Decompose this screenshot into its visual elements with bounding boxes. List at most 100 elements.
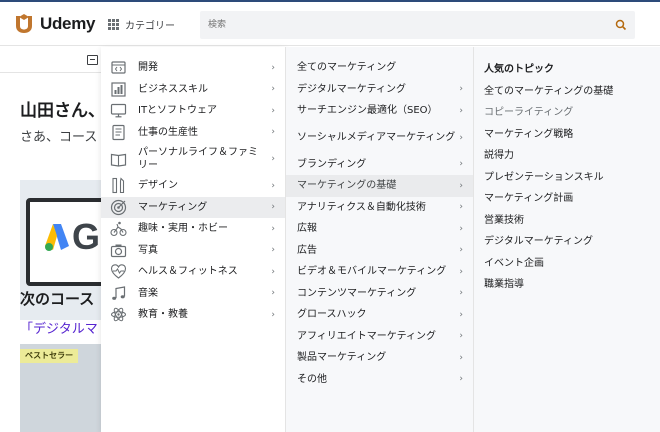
subcategory-item[interactable]: 製品マーケティング ›: [286, 347, 473, 369]
topic-link[interactable]: 営業技術: [474, 208, 660, 230]
target-icon: [110, 199, 127, 215]
subcategory-item-label: デジタルマーケティング: [297, 83, 406, 95]
subcategory-item-label: その他: [297, 373, 327, 385]
subcategory-item[interactable]: デジタルマーケティング ›: [286, 79, 473, 101]
udemy-logo-icon: [16, 14, 32, 33]
chevron-right-icon: ›: [271, 309, 275, 320]
topic-link[interactable]: マーケティング計画: [474, 186, 660, 208]
search-input[interactable]: [200, 11, 607, 39]
category-item[interactable]: ビジネススキル ›: [101, 79, 285, 101]
subcategory-item-label: アフィリエイトマーケティング: [297, 330, 436, 342]
udemy-logo[interactable]: Udemy: [12, 12, 95, 36]
category-item-label: デザイン: [138, 180, 178, 192]
grid-icon: [108, 18, 119, 30]
topic-link[interactable]: 全てのマーケティングの基礎: [474, 79, 660, 101]
music-icon: [112, 286, 126, 300]
chevron-right-icon: ›: [459, 202, 463, 213]
category-item[interactable]: 教育・教養 ›: [101, 304, 285, 326]
category-item-label: マーケティング: [138, 201, 208, 213]
subcategory-item[interactable]: コンテンツマーケティング ›: [286, 283, 473, 305]
category-item[interactable]: 開発 ›: [101, 57, 285, 79]
topic-link[interactable]: 職業指導: [474, 272, 660, 294]
subcategory-item-label: ビデオ＆モバイルマーケティング: [297, 266, 447, 278]
greeting-title: 山田さん、: [20, 101, 105, 121]
category-item-label: 写真: [138, 244, 158, 256]
category-menu: 開発 › ビジネススキル › ITとソフトウェア › 仕事の生産性 › パーソナルライフ＆ファミ…: [101, 47, 286, 432]
chevron-right-icon: ›: [459, 331, 463, 342]
category-item[interactable]: 写真 ›: [101, 240, 285, 262]
popular-topics-heading: 人気のトピック: [484, 64, 554, 76]
category-item-label: 音楽: [138, 287, 158, 299]
google-ads-logo-icon: [45, 224, 69, 251]
subcategory-item[interactable]: 広告 ›: [286, 240, 473, 262]
bestseller-badge: ベストセラー: [20, 349, 79, 363]
category-item[interactable]: ITとソフトウェア ›: [101, 100, 285, 122]
chevron-right-icon: ›: [459, 105, 463, 116]
category-item-label: 仕事の生産性: [138, 126, 198, 138]
chevron-right-icon: ›: [271, 84, 275, 95]
chevron-right-icon: ›: [271, 245, 275, 256]
search-icon[interactable]: [607, 11, 635, 39]
topic-link[interactable]: イベント企画: [474, 251, 660, 273]
subcategory-item[interactable]: アフィリエイトマーケティング ›: [286, 326, 473, 348]
subcategory-item[interactable]: 全てのマーケティング: [286, 57, 473, 79]
subcategory-item-label: サーチエンジン最適化（SEO）: [297, 105, 438, 117]
subcategory-item[interactable]: その他 ›: [286, 369, 473, 391]
chevron-right-icon: ›: [459, 288, 463, 299]
topic-link[interactable]: コピーライティング: [474, 100, 660, 122]
chevron-right-icon: ›: [459, 266, 463, 277]
subcategory-item[interactable]: ブランディング ›: [286, 154, 473, 176]
heart-pulse-icon: [110, 264, 127, 279]
subcategory-item-label: アナリティクス＆自動化技術: [297, 201, 426, 213]
monitor-icon: [110, 104, 127, 118]
subcategory-menu: 全てのマーケティング デジタルマーケティング › サーチエンジン最適化（SEO） › ソー…: [286, 47, 474, 432]
subcategory-item[interactable]: グロースハック ›: [286, 304, 473, 326]
logo-text: Udemy: [40, 14, 96, 33]
category-item[interactable]: 趣味・実用・ホビー ›: [101, 218, 285, 240]
category-item[interactable]: パーソナルライフ＆ファミリー ›: [101, 143, 285, 175]
laptop-screen-graphic: G: [26, 198, 102, 286]
category-item-label: 教育・教養: [138, 309, 188, 321]
chevron-right-icon: ›: [459, 309, 463, 320]
document-icon: [112, 124, 125, 140]
subcategory-item-label: 製品マーケティング: [297, 352, 387, 364]
google-g-icon: G: [72, 216, 101, 257]
category-label: カテゴリー: [125, 20, 175, 32]
subcategory-item-label: ソーシャルメディアマーケティング: [297, 132, 456, 143]
category-item[interactable]: 音楽 ›: [101, 283, 285, 305]
category-item-label: ITとソフトウェア: [138, 105, 218, 117]
atom-icon: [111, 308, 126, 322]
site-header: Udemy カテゴリー: [0, 2, 660, 46]
category-item[interactable]: ヘルス＆フィットネス ›: [101, 261, 285, 283]
category-item[interactable]: デザイン ›: [101, 175, 285, 197]
category-button[interactable]: カテゴリー: [108, 12, 175, 36]
camera-icon: [110, 244, 127, 257]
topic-link[interactable]: マーケティング戦略: [474, 122, 660, 144]
category-item-label: 趣味・実用・ホビー: [138, 223, 228, 235]
category-item[interactable]: マーケティング ›: [101, 196, 285, 218]
chevron-right-icon: ›: [459, 159, 463, 170]
next-course-title: 次のコース: [20, 290, 95, 308]
chevron-right-icon: ›: [459, 223, 463, 234]
chevron-right-icon: ›: [271, 154, 275, 164]
subcategory-item[interactable]: マーケティングの基礎 ›: [286, 175, 473, 197]
chevron-right-icon: ›: [459, 245, 463, 256]
topic-link[interactable]: デジタルマーケティング: [474, 229, 660, 251]
search-bar: [200, 11, 635, 39]
subcategory-item[interactable]: ビデオ＆モバイルマーケティング ›: [286, 261, 473, 283]
subcategory-item[interactable]: 広報 ›: [286, 218, 473, 240]
topic-link[interactable]: 説得力: [474, 143, 660, 165]
certificate-icon[interactable]: [87, 55, 98, 65]
next-course-link[interactable]: 「デジタルマ: [20, 318, 98, 337]
chevron-right-icon: ›: [459, 352, 463, 363]
subcategory-item[interactable]: アナリティクス＆自動化技術 ›: [286, 197, 473, 219]
topic-link[interactable]: プレゼンテーションスキル: [474, 165, 660, 187]
chevron-right-icon: ›: [271, 127, 275, 138]
category-item-label: ビジネススキル: [138, 83, 208, 95]
subcategory-item[interactable]: ソーシャルメディアマーケティング ›: [286, 122, 473, 154]
chevron-right-icon: ›: [271, 105, 275, 116]
category-item[interactable]: 仕事の生産性 ›: [101, 122, 285, 144]
category-item-label: パーソナルライフ＆ファミリー: [138, 147, 258, 171]
subcategory-item[interactable]: サーチエンジン最適化（SEO） ›: [286, 100, 473, 122]
category-item-label: ヘルス＆フィットネス: [138, 266, 238, 278]
